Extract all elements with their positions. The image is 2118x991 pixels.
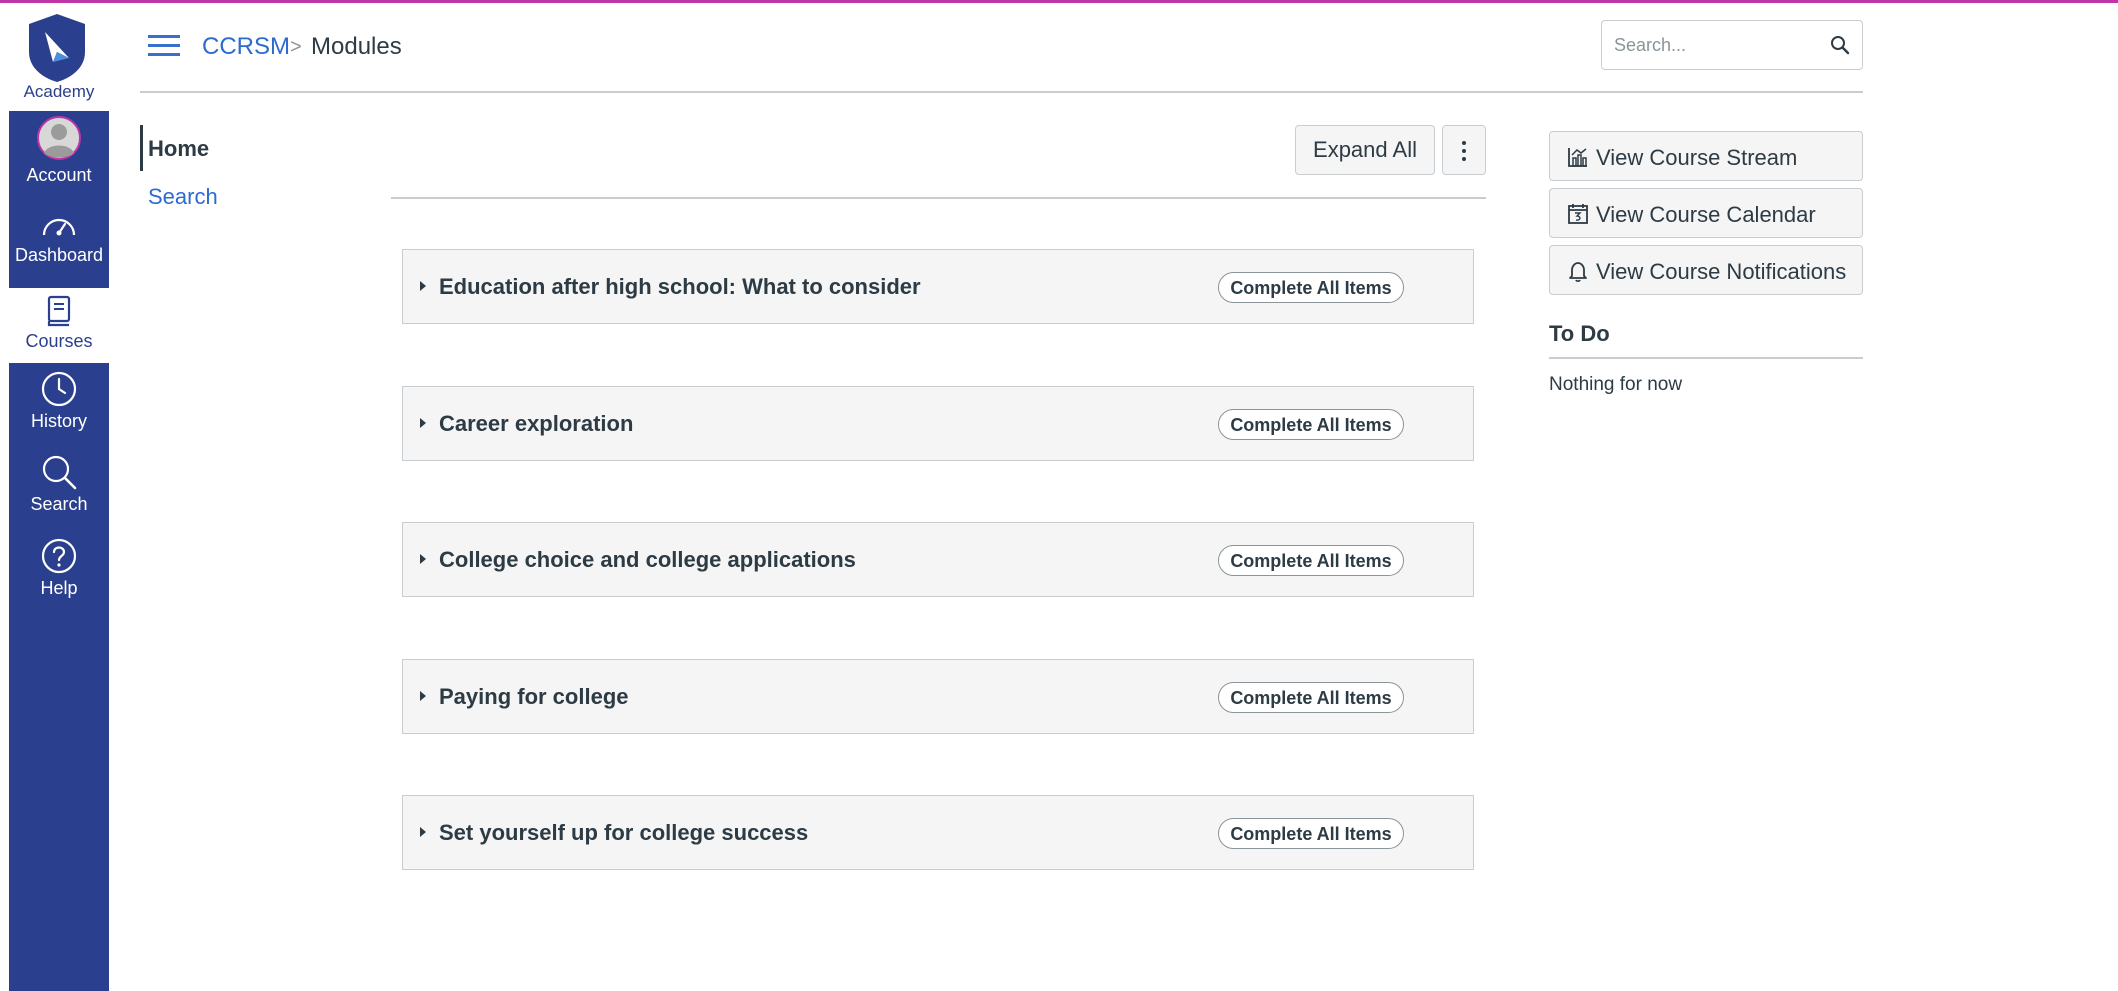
question-circle-icon — [41, 538, 77, 574]
global-nav-label: Dashboard — [14, 245, 104, 265]
global-nav-help[interactable]: Help — [9, 538, 109, 616]
global-nav-account[interactable]: Account — [9, 115, 109, 193]
global-nav-label: Account — [26, 165, 92, 185]
breadcrumb-separator: > — [290, 36, 302, 58]
complete-all-items-button[interactable]: Complete All Items — [1218, 409, 1404, 440]
course-nav-search[interactable]: Search — [148, 184, 218, 210]
module-header[interactable]: Set yourself up for college success Comp… — [402, 795, 1474, 870]
compass-shield-logo-icon — [29, 14, 85, 82]
module-title: College choice and college applications — [439, 547, 856, 572]
book-icon — [47, 295, 71, 327]
magnifier-icon — [42, 455, 77, 490]
complete-all-items-button[interactable]: Complete All Items — [1218, 545, 1404, 576]
sidebar-button-label: View Course Calendar — [1596, 202, 1816, 227]
global-nav-history[interactable]: History — [9, 371, 109, 449]
search-input[interactable] — [1614, 31, 1814, 59]
stream-chart-icon — [1568, 148, 1587, 167]
expand-caret-icon[interactable] — [420, 554, 426, 564]
module-header[interactable]: Paying for college Complete All Items — [402, 659, 1474, 734]
avatar-icon — [37, 116, 81, 160]
view-course-stream-button[interactable]: View Course Stream — [1549, 131, 1863, 181]
bell-icon — [1569, 262, 1587, 282]
complete-all-items-button[interactable]: Complete All Items — [1218, 682, 1404, 713]
module-title: Set yourself up for college success — [439, 820, 809, 845]
global-nav-label: Search — [30, 494, 88, 514]
search-field — [1601, 20, 1863, 70]
toolbar-divider — [391, 197, 1486, 199]
brand-logo-link[interactable]: Academy — [9, 3, 109, 111]
expand-caret-icon[interactable] — [420, 418, 426, 428]
global-nav-label: Help — [40, 578, 78, 598]
header-divider — [140, 91, 1863, 93]
course-nav-home[interactable]: Home — [148, 136, 209, 162]
view-course-notifications-button[interactable]: View Course Notifications — [1549, 245, 1863, 295]
module-title: Paying for college — [439, 684, 629, 709]
global-nav: Academy Account Dashboard Courses Histor… — [9, 3, 109, 991]
course-menu-toggle-button[interactable] — [148, 35, 180, 57]
global-nav-label: History — [30, 411, 87, 431]
breadcrumb-course-link[interactable]: CCRSM — [202, 33, 290, 61]
speedometer-icon — [42, 218, 76, 236]
expand-caret-icon[interactable] — [420, 691, 426, 701]
course-nav-active-indicator — [140, 125, 143, 171]
module-header[interactable]: College choice and college applications … — [402, 522, 1474, 597]
global-nav-dashboard[interactable]: Dashboard — [9, 213, 109, 283]
sidebar-button-label: View Course Stream — [1596, 145, 1798, 170]
global-nav-search[interactable]: Search — [9, 454, 109, 532]
todo-divider — [1549, 357, 1863, 359]
brand-name: Academy — [23, 82, 95, 101]
module-title: Education after high school: What to con… — [439, 274, 921, 299]
global-nav-label: Courses — [25, 331, 93, 351]
top-accent-bar — [0, 0, 2118, 3]
breadcrumb-current: Modules — [311, 33, 402, 60]
more-options-button[interactable] — [1442, 125, 1486, 175]
sidebar-button-label: View Course Notifications — [1596, 259, 1847, 284]
expand-all-button[interactable]: Expand All — [1295, 125, 1435, 175]
window-edge — [0, 3, 9, 991]
complete-all-items-button[interactable]: Complete All Items — [1218, 818, 1404, 849]
module-header[interactable]: Career exploration Complete All Items — [402, 386, 1474, 461]
view-course-calendar-button[interactable]: View Course Calendar — [1549, 188, 1863, 238]
global-nav-courses[interactable]: Courses — [9, 288, 109, 363]
module-title: Career exploration — [439, 411, 634, 436]
clock-icon — [41, 371, 77, 407]
module-header[interactable]: Education after high school: What to con… — [402, 249, 1474, 324]
calendar-icon — [1568, 204, 1588, 224]
todo-empty-message: Nothing for now — [1549, 374, 1683, 395]
todo-heading: To Do — [1549, 321, 1610, 346]
expand-caret-icon[interactable] — [420, 281, 426, 291]
expand-caret-icon[interactable] — [420, 827, 426, 837]
complete-all-items-button[interactable]: Complete All Items — [1218, 272, 1404, 303]
search-icon[interactable] — [1830, 35, 1850, 55]
